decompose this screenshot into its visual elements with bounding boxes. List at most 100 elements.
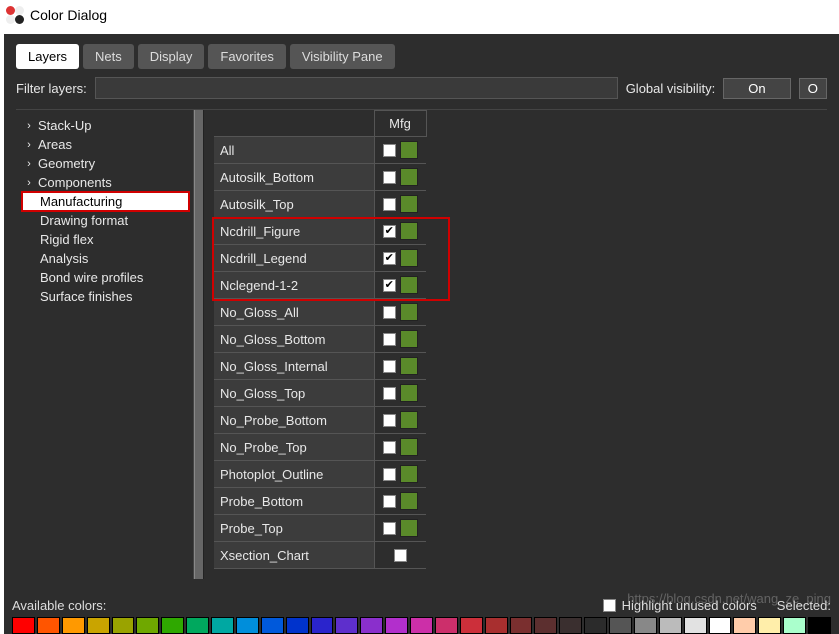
color-swatch[interactable]	[400, 519, 418, 537]
palette-swatch[interactable]	[733, 617, 756, 634]
palette-swatch[interactable]	[161, 617, 184, 634]
palette-swatch[interactable]	[659, 617, 682, 634]
palette-swatch[interactable]	[37, 617, 60, 634]
visibility-checkbox[interactable]: ✔	[383, 225, 396, 238]
visibility-checkbox[interactable]	[383, 360, 396, 373]
global-visibility-on-button[interactable]: On	[723, 78, 790, 99]
tab-favorites[interactable]: Favorites	[208, 44, 285, 69]
layer-name-cell[interactable]: Xsection_Chart	[214, 542, 374, 569]
palette-swatch[interactable]	[460, 617, 483, 634]
color-swatch[interactable]	[400, 357, 418, 375]
layer-name-cell[interactable]: Autosilk_Top	[214, 191, 374, 218]
color-swatch[interactable]	[400, 249, 418, 267]
global-visibility-off-button[interactable]: O	[799, 78, 827, 99]
color-swatch[interactable]	[400, 222, 418, 240]
palette-swatch[interactable]	[236, 617, 259, 634]
color-swatch[interactable]	[400, 438, 418, 456]
tree-item-bond-wire-profiles[interactable]: Bond wire profiles	[22, 268, 189, 287]
tree-item-manufacturing[interactable]: Manufacturing	[22, 192, 189, 211]
palette-swatch[interactable]	[485, 617, 508, 634]
layer-name-cell[interactable]: No_Probe_Top	[214, 434, 374, 461]
color-swatch[interactable]	[400, 141, 418, 159]
layer-name-cell[interactable]: Ncdrill_Figure	[214, 218, 374, 245]
palette-swatch[interactable]	[808, 617, 831, 634]
color-swatch[interactable]	[400, 276, 418, 294]
layer-name-cell[interactable]: Autosilk_Bottom	[214, 164, 374, 191]
palette-swatch[interactable]	[534, 617, 557, 634]
color-swatch[interactable]	[400, 330, 418, 348]
color-swatch[interactable]	[400, 384, 418, 402]
tree-item-drawing-format[interactable]: Drawing format	[22, 211, 189, 230]
visibility-checkbox[interactable]	[383, 144, 396, 157]
palette-swatch[interactable]	[136, 617, 159, 634]
layer-name-cell[interactable]: No_Gloss_All	[214, 299, 374, 326]
highlight-unused-checkbox[interactable]	[603, 599, 616, 612]
visibility-checkbox[interactable]	[383, 306, 396, 319]
palette-swatch[interactable]	[112, 617, 135, 634]
visibility-checkbox[interactable]	[383, 468, 396, 481]
palette-swatch[interactable]	[360, 617, 383, 634]
palette-swatch[interactable]	[87, 617, 110, 634]
layer-name-cell[interactable]: No_Probe_Bottom	[214, 407, 374, 434]
tab-layers[interactable]: Layers	[16, 44, 79, 69]
visibility-checkbox[interactable]	[383, 198, 396, 211]
visibility-checkbox[interactable]	[383, 387, 396, 400]
layer-name-cell[interactable]: Probe_Bottom	[214, 488, 374, 515]
color-swatch[interactable]	[400, 465, 418, 483]
visibility-checkbox[interactable]: ✔	[383, 279, 396, 292]
palette-swatch[interactable]	[435, 617, 458, 634]
tree-item-rigid-flex[interactable]: Rigid flex	[22, 230, 189, 249]
tree-item-stack-up[interactable]: ›Stack-Up	[22, 116, 189, 135]
color-swatch[interactable]	[400, 411, 418, 429]
grid-header-mfg[interactable]: Mfg	[374, 111, 426, 137]
layer-name-cell[interactable]: No_Gloss_Bottom	[214, 326, 374, 353]
tab-visibility-pane[interactable]: Visibility Pane	[290, 44, 395, 69]
color-swatch[interactable]	[400, 303, 418, 321]
visibility-checkbox[interactable]	[383, 441, 396, 454]
palette-swatch[interactable]	[385, 617, 408, 634]
palette-swatch[interactable]	[211, 617, 234, 634]
tree-item-surface-finishes[interactable]: Surface finishes	[22, 287, 189, 306]
splitter[interactable]	[194, 110, 204, 579]
palette-swatch[interactable]	[758, 617, 781, 634]
palette-swatch[interactable]	[311, 617, 334, 634]
palette-swatch[interactable]	[62, 617, 85, 634]
layer-name-cell[interactable]: Photoplot_Outline	[214, 461, 374, 488]
visibility-checkbox[interactable]	[394, 549, 407, 562]
layer-name-cell[interactable]: Nclegend-1-2	[214, 272, 374, 299]
tab-nets[interactable]: Nets	[83, 44, 134, 69]
palette-swatch[interactable]	[261, 617, 284, 634]
tree-item-geometry[interactable]: ›Geometry	[22, 154, 189, 173]
palette-swatch[interactable]	[634, 617, 657, 634]
palette-swatch[interactable]	[286, 617, 309, 634]
palette-swatch[interactable]	[709, 617, 732, 634]
palette-swatch[interactable]	[410, 617, 433, 634]
palette-swatch[interactable]	[559, 617, 582, 634]
palette-swatch[interactable]	[12, 617, 35, 634]
tab-display[interactable]: Display	[138, 44, 205, 69]
palette-swatch[interactable]	[584, 617, 607, 634]
palette-swatch[interactable]	[186, 617, 209, 634]
tree-item-analysis[interactable]: Analysis	[22, 249, 189, 268]
visibility-checkbox[interactable]: ✔	[383, 252, 396, 265]
layer-name-cell[interactable]: Ncdrill_Legend	[214, 245, 374, 272]
palette-swatch[interactable]	[783, 617, 806, 634]
layer-name-cell[interactable]: No_Gloss_Internal	[214, 353, 374, 380]
visibility-checkbox[interactable]	[383, 333, 396, 346]
palette-swatch[interactable]	[609, 617, 632, 634]
palette-swatch[interactable]	[335, 617, 358, 634]
layer-name-cell[interactable]: Probe_Top	[214, 515, 374, 542]
visibility-checkbox[interactable]	[383, 171, 396, 184]
palette-swatch[interactable]	[510, 617, 533, 634]
layer-name-cell[interactable]: All	[214, 137, 374, 164]
tree-item-areas[interactable]: ›Areas	[22, 135, 189, 154]
color-swatch[interactable]	[400, 168, 418, 186]
filter-input[interactable]	[95, 77, 618, 99]
visibility-checkbox[interactable]	[383, 414, 396, 427]
color-swatch[interactable]	[400, 492, 418, 510]
tree-item-components[interactable]: ›Components	[22, 173, 189, 192]
visibility-checkbox[interactable]	[383, 495, 396, 508]
palette-swatch[interactable]	[684, 617, 707, 634]
visibility-checkbox[interactable]	[383, 522, 396, 535]
layer-name-cell[interactable]: No_Gloss_Top	[214, 380, 374, 407]
